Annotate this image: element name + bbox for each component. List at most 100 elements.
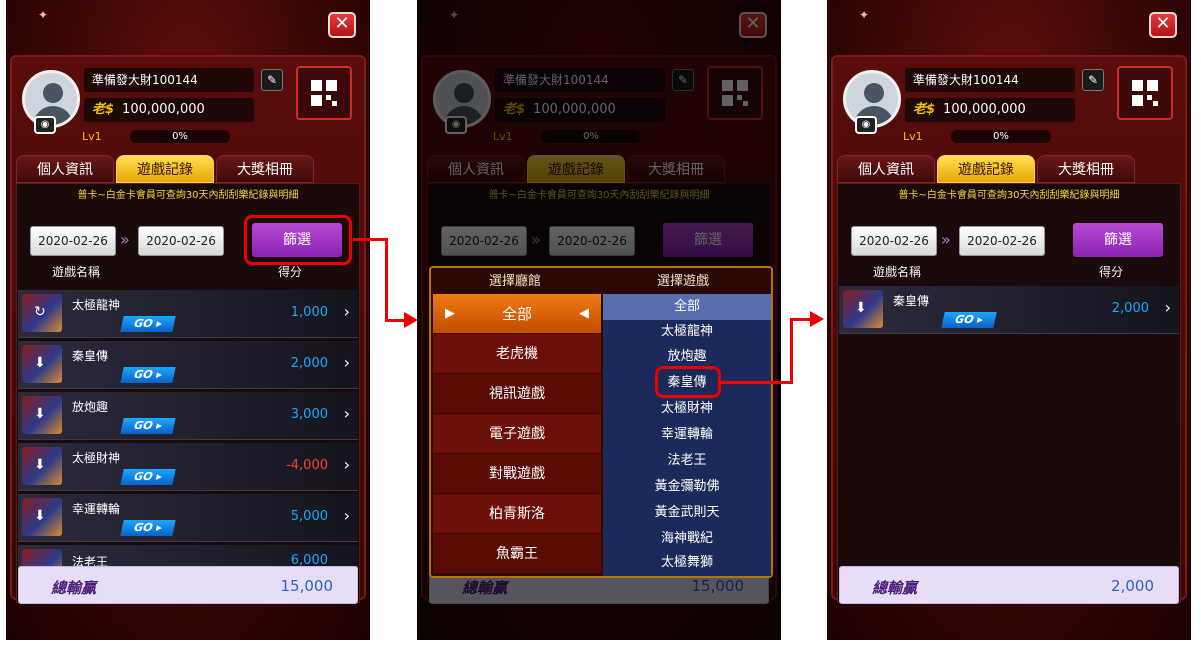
column-game-name: 遊戲名稱 — [873, 265, 922, 279]
game-thumbnail: ⬇ — [843, 290, 883, 328]
tab-jackpot-album[interactable]: 大獎相冊 — [1037, 155, 1135, 183]
camera-icon[interactable]: ◉ — [34, 116, 56, 134]
chevron-right-icon[interactable]: › — [1165, 298, 1171, 317]
game-name: 太極財神 — [72, 451, 121, 465]
close-button[interactable]: ✕ — [1149, 12, 1177, 38]
game-name: 太極龍神 — [72, 298, 121, 312]
sparkle-icon: ✦ — [859, 8, 870, 22]
row-score: 5,000 — [290, 509, 328, 524]
go-button[interactable]: GO ▸ — [120, 418, 176, 434]
connector-line — [790, 318, 812, 321]
table-row[interactable]: ⬇ 太極財神 GO ▸ -4,000 › — [18, 443, 358, 491]
go-button[interactable]: GO ▸ — [120, 520, 176, 536]
chevron-right-icon[interactable]: › — [344, 302, 350, 321]
total-bar: 總輸贏 15,000 — [18, 566, 358, 604]
balance-box: 老$ 100,000,000 — [84, 98, 254, 122]
tab-game-records[interactable]: 遊戲記錄 — [116, 155, 214, 183]
tab-game-records[interactable]: 遊戲記錄 — [937, 155, 1035, 183]
game-name: 秦皇傳 — [72, 349, 109, 363]
game-thumbnail: ↻ — [22, 294, 62, 332]
member-notice: 普卡~白金卡會員可查詢30天內刮刮樂紀錄與明細 — [77, 190, 299, 201]
balance-value: 100,000,000 — [122, 102, 205, 117]
game-option[interactable]: 黃金武則天 — [603, 500, 771, 526]
total-label: 總輸贏 — [872, 579, 918, 597]
venue-option[interactable]: 魚霸王 — [433, 534, 601, 574]
end-date-field[interactable]: 2020-02-26 — [138, 226, 224, 256]
qr-code-icon — [1132, 80, 1158, 106]
chevron-right-icon[interactable]: › — [344, 506, 350, 525]
go-button[interactable]: GO ▸ — [941, 312, 997, 328]
venue-option[interactable]: 對戰遊戲 — [433, 454, 601, 494]
game-column-header: 選擇遊戲 — [657, 274, 710, 289]
go-button[interactable]: GO ▸ — [120, 469, 176, 485]
go-button[interactable]: GO ▸ — [120, 316, 176, 332]
connector-line — [385, 238, 388, 322]
balance-box: 老$ 100,000,000 — [905, 98, 1075, 122]
row-score: 2,000 — [290, 356, 328, 371]
game-option[interactable]: 海神戰紀 — [603, 526, 771, 552]
total-label: 總輸贏 — [51, 579, 97, 597]
edit-icon[interactable]: ✎ — [1082, 69, 1104, 91]
chevron-right-icon[interactable]: › — [344, 353, 350, 372]
qr-button[interactable] — [296, 66, 352, 120]
double-chevron-icon: » — [120, 230, 130, 249]
row-score: 2,000 — [1111, 301, 1149, 316]
triangle-right-icon: ▶ — [445, 306, 455, 321]
refresh-icon: ↻ — [34, 304, 46, 320]
game-thumbnail: ⬇ — [22, 396, 62, 434]
game-option[interactable]: 太極財神 — [603, 396, 771, 422]
download-icon: ⬇ — [34, 355, 46, 371]
venue-option[interactable]: ▶ 全部 ◀ — [433, 294, 601, 334]
level-progress: 0% — [130, 130, 230, 143]
member-notice: 普卡~白金卡會員可查詢30天內刮刮樂紀錄與明細 — [898, 190, 1120, 201]
highlight-filter-button — [244, 215, 352, 265]
tab-personal-info[interactable]: 個人資訊 — [837, 155, 935, 183]
game-option[interactable]: 幸運轉輪 — [603, 422, 771, 448]
venue-option[interactable]: 電子遊戲 — [433, 414, 601, 454]
table-row[interactable]: ↻ 太極龍神 GO ▸ 1,000 › — [18, 290, 358, 338]
end-date-field[interactable]: 2020-02-26 — [959, 226, 1045, 256]
game-option[interactable]: 全部 — [603, 294, 771, 320]
double-chevron-icon: » — [941, 230, 951, 249]
tab-personal-info[interactable]: 個人資訊 — [16, 155, 114, 183]
column-game-name: 遊戲名稱 — [52, 265, 101, 279]
go-button[interactable]: GO ▸ — [120, 367, 176, 383]
start-date-field[interactable]: 2020-02-26 — [30, 226, 116, 256]
qr-button[interactable] — [1117, 66, 1173, 120]
chevron-right-icon[interactable]: › — [344, 404, 350, 423]
tab-jackpot-album[interactable]: 大獎相冊 — [216, 155, 314, 183]
game-option[interactable]: 太極龍神 — [603, 319, 771, 345]
game-name: 放炮趣 — [72, 400, 109, 414]
close-button[interactable]: ✕ — [328, 12, 356, 38]
download-icon: ⬇ — [34, 457, 46, 473]
download-icon: ⬇ — [34, 508, 46, 524]
game-option[interactable]: 法老王 — [603, 448, 771, 474]
game-name: 幸運轉輪 — [72, 502, 121, 516]
total-bar: 總輸贏 2,000 — [839, 566, 1179, 604]
filter-button[interactable]: 篩選 — [1073, 223, 1163, 257]
venue-option[interactable]: 視訊遊戲 — [433, 374, 601, 414]
table-row[interactable]: ⬇ 秦皇傳 GO ▸ 2,000 › — [18, 341, 358, 389]
table-row[interactable]: ⬇ 秦皇傳 GO ▸ 2,000 › — [839, 286, 1179, 334]
venue-option[interactable]: 老虎機 — [433, 334, 601, 374]
game-thumbnail: ⬇ — [22, 345, 62, 383]
sparkle-icon: ✦ — [38, 8, 49, 22]
game-thumbnail: ⬇ — [22, 498, 62, 536]
column-score: 得分 — [1099, 265, 1124, 279]
edit-icon[interactable]: ✎ — [261, 69, 283, 91]
column-score: 得分 — [278, 265, 303, 279]
table-row[interactable]: ⬇ 幸運轉輪 GO ▸ 5,000 › — [18, 494, 358, 542]
camera-icon[interactable]: ◉ — [855, 116, 877, 134]
download-icon: ⬇ — [855, 300, 867, 316]
chevron-right-icon[interactable]: › — [344, 455, 350, 474]
row-score: -4,000 — [286, 458, 328, 473]
game-option[interactable]: 黃金彌勒佛 — [603, 474, 771, 500]
game-option[interactable]: 太極舞獅 — [603, 550, 771, 576]
table-row[interactable]: 法老王 6,000 — [18, 545, 358, 567]
table-row[interactable]: ⬇ 放炮趣 GO ▸ 3,000 › — [18, 392, 358, 440]
total-value: 2,000 — [1111, 577, 1154, 595]
venue-option[interactable]: 柏青斯洛 — [433, 494, 601, 534]
arrow-right-icon — [810, 311, 824, 327]
start-date-field[interactable]: 2020-02-26 — [851, 226, 937, 256]
row-score: 6,000 — [290, 553, 328, 567]
